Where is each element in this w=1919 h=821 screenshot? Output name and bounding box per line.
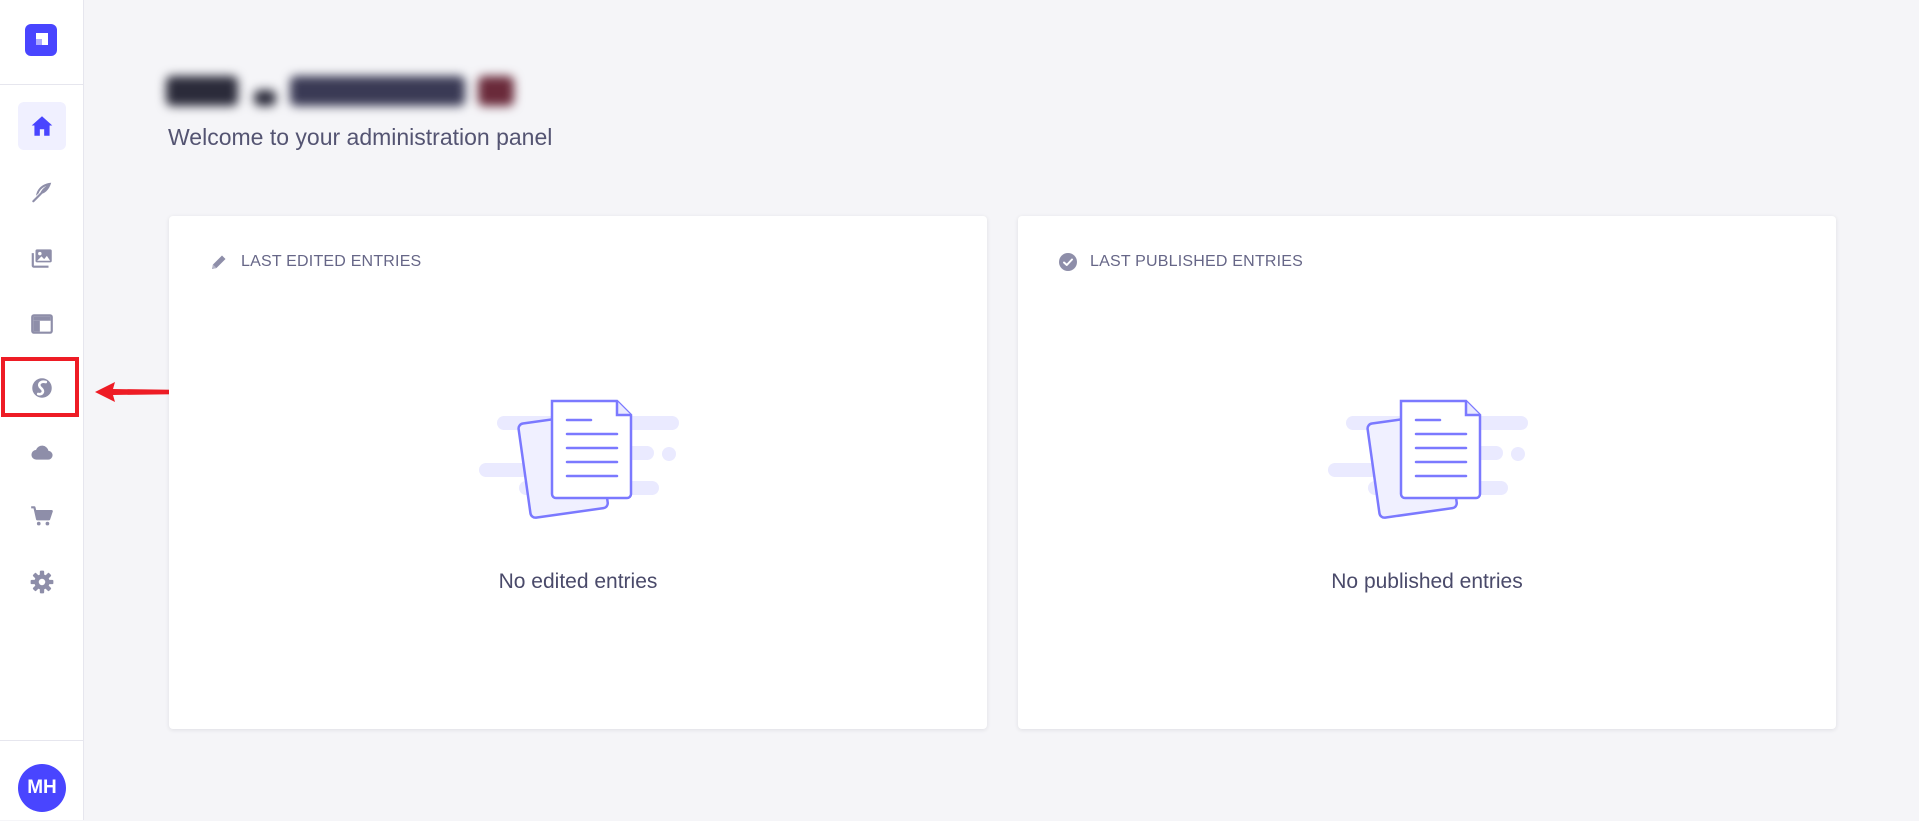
last-edited-title: LAST EDITED ENTRIES <box>241 253 422 270</box>
empty-documents-icon <box>479 399 679 519</box>
last-published-title: LAST PUBLISHED ENTRIES <box>1090 253 1304 270</box>
empty-documents-icon <box>1328 399 1528 519</box>
last-published-empty-text: No published entries <box>1331 570 1523 593</box>
logo-mark-icon <box>36 33 48 45</box>
last-published-card: LAST PUBLISHED ENTRIES No published entr… <box>1018 216 1836 729</box>
page-subtitle: Welcome to your administration panel <box>168 124 553 150</box>
user-avatar[interactable]: MH <box>18 764 66 812</box>
last-edited-header: LAST EDITED ENTRIES <box>209 252 421 272</box>
logo-area <box>0 0 83 85</box>
gear-icon <box>30 570 54 594</box>
sidebar-item-cloud[interactable] <box>18 428 66 476</box>
layout-icon <box>31 314 53 334</box>
greeting-title-redacted <box>166 68 518 116</box>
last-edited-card: LAST EDITED ENTRIES No edited entries <box>169 216 987 729</box>
sidebar-item-marketplace[interactable] <box>18 492 66 540</box>
sidebar-footer: MH <box>0 740 83 821</box>
pencil-icon <box>212 255 226 269</box>
check-circle-icon <box>1059 253 1077 271</box>
sidebar-item-home[interactable] <box>18 102 66 150</box>
highlight-annotation-box <box>1 357 79 417</box>
app-logo[interactable] <box>25 24 57 56</box>
last-published-header: LAST PUBLISHED ENTRIES <box>1058 252 1303 272</box>
sidebar-item-media-library[interactable] <box>18 234 66 282</box>
last-edited-empty-text: No edited entries <box>498 570 658 593</box>
sidebar-item-content-manager[interactable] <box>18 168 66 216</box>
cart-icon <box>31 506 53 526</box>
images-icon <box>31 249 52 268</box>
sidebar-item-content-type-builder[interactable] <box>18 300 66 348</box>
feather-icon <box>32 182 52 203</box>
sidebar-item-settings[interactable] <box>18 558 66 606</box>
house-icon <box>31 116 53 136</box>
cloud-icon <box>31 445 53 460</box>
